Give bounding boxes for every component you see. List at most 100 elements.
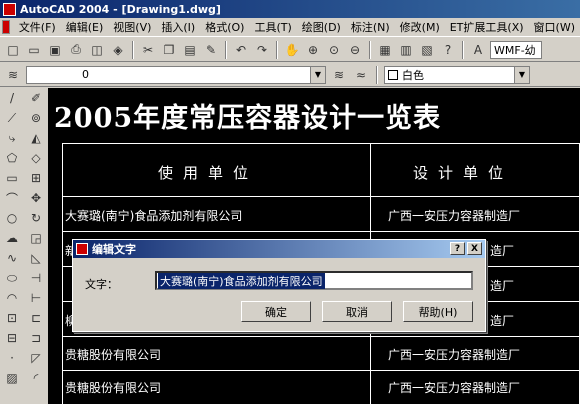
revcloud-icon[interactable]: ☁ — [0, 228, 24, 248]
text-field[interactable]: 大赛璐(南宁)食品添加剂有限公司 — [155, 271, 473, 290]
break-icon[interactable]: ⊏ — [24, 308, 48, 328]
menu-bar: 文件(F) 编辑(E) 视图(V) 插入(I) 格式(O) 工具(T) 绘图(D… — [0, 18, 580, 37]
new-icon[interactable]: □ — [4, 41, 22, 59]
hatch-icon[interactable]: ▨ — [0, 368, 24, 388]
table-row-divider — [62, 196, 580, 197]
chevron-down-icon[interactable]: ▼ — [514, 66, 529, 83]
ellipse-arc-icon[interactable]: ◠ — [0, 288, 24, 308]
fillet-icon[interactable]: ◜ — [24, 368, 48, 388]
menu-file[interactable]: 文件(F) — [14, 19, 61, 35]
zoom-realtime-icon[interactable]: ⊕ — [304, 41, 322, 59]
stretch-icon[interactable]: ◺ — [24, 248, 48, 268]
pan-icon[interactable]: ✋ — [283, 41, 301, 59]
chamfer-icon[interactable]: ◸ — [24, 348, 48, 368]
window-titlebar: AutoCAD 2004 - [Drawing1.dwg] — [0, 0, 580, 18]
array-icon[interactable]: ⊞ — [24, 168, 48, 188]
copy-object-icon[interactable]: ⊚ — [24, 108, 48, 128]
paste-icon[interactable]: ▤ — [181, 41, 199, 59]
ok-button[interactable]: 确定 — [241, 301, 311, 322]
text-style-icon: A — [473, 42, 483, 57]
menu-express[interactable]: ET扩展工具(X) — [445, 19, 529, 35]
line-icon[interactable]: / — [0, 88, 24, 108]
undo-icon[interactable]: ↶ — [232, 41, 250, 59]
dialog-titlebar[interactable]: 编辑文字 ? X — [73, 240, 485, 258]
zoom-previous-icon[interactable]: ⊖ — [346, 41, 364, 59]
table-border-left — [62, 143, 63, 404]
toolbar-separator — [369, 40, 371, 59]
dialog-close-button[interactable]: X — [467, 242, 482, 255]
copy-icon[interactable]: ❐ — [160, 41, 178, 59]
make-current-icon[interactable]: ≋ — [330, 66, 348, 84]
table-cell-designer: 造厂 — [490, 314, 515, 328]
circle-icon[interactable]: ○ — [0, 208, 24, 228]
save-icon[interactable]: ▣ — [46, 41, 64, 59]
layer-combo[interactable]: 0 ▼ — [26, 65, 326, 84]
spline-icon[interactable]: ∿ — [0, 248, 24, 268]
text-field-value: 大赛璐(南宁)食品添加剂有限公司 — [158, 272, 325, 289]
menu-format[interactable]: 格式(O) — [200, 19, 249, 35]
toolbar-separator — [276, 40, 278, 59]
dialog-help-button[interactable]: ? — [450, 242, 465, 255]
print-icon[interactable]: ⎙ — [67, 41, 85, 59]
autocad-icon — [3, 2, 16, 16]
layer-previous-icon[interactable]: ≈ — [352, 66, 370, 84]
make-block-icon[interactable]: ⊟ — [0, 328, 24, 348]
extend-icon[interactable]: ⊢ — [24, 288, 48, 308]
menu-draw[interactable]: 绘图(D) — [297, 19, 346, 35]
menu-dimension[interactable]: 标注(N) — [346, 19, 395, 35]
erase-icon[interactable]: ✐ — [24, 88, 48, 108]
color-combo[interactable]: 白色 ▼ — [384, 65, 530, 84]
cut-icon[interactable]: ✂ — [139, 41, 157, 59]
mirror-icon[interactable]: ◭ — [24, 128, 48, 148]
polygon-icon[interactable]: ⬠ — [0, 148, 24, 168]
designcenter-icon[interactable]: ▥ — [397, 41, 415, 59]
point-icon[interactable]: · — [0, 348, 24, 368]
table-row-divider — [62, 370, 580, 371]
text-field-label: 文字： — [85, 278, 118, 291]
preview-icon[interactable]: ◫ — [88, 41, 106, 59]
redo-icon[interactable]: ↷ — [253, 41, 271, 59]
trim-icon[interactable]: ⊣ — [24, 268, 48, 288]
layer-manager-icon[interactable]: ≋ — [4, 66, 22, 84]
menu-edit[interactable]: 编辑(E) — [61, 19, 109, 35]
help-icon[interactable]: ? — [439, 41, 457, 59]
arc-icon[interactable]: ⌒ — [0, 188, 24, 208]
zoom-window-icon[interactable]: ⊙ — [325, 41, 343, 59]
open-icon[interactable]: ▭ — [25, 41, 43, 59]
rotate-icon[interactable]: ↻ — [24, 208, 48, 228]
chevron-down-icon[interactable]: ▼ — [310, 66, 325, 83]
toolpalette-icon[interactable]: ▧ — [418, 41, 436, 59]
rectangle-icon[interactable]: ▭ — [0, 168, 24, 188]
break-at-point-icon[interactable]: ⊐ — [24, 328, 48, 348]
cancel-button[interactable]: 取消 — [322, 301, 392, 322]
table-row-divider — [62, 231, 580, 232]
toolbar-separator — [462, 40, 464, 59]
properties-icon[interactable]: ▦ — [376, 41, 394, 59]
text-style-value: WMF-幼 — [494, 43, 536, 57]
table-cell-designer: 造厂 — [490, 244, 515, 258]
table-row-divider — [62, 336, 580, 337]
document-icon[interactable] — [2, 20, 10, 34]
ellipse-icon[interactable]: ⬭ — [0, 268, 24, 288]
menu-window[interactable]: 窗口(W) — [529, 19, 580, 35]
dialog-title: 编辑文字 — [92, 243, 136, 256]
column-header-unit: 使用单位 — [158, 164, 259, 182]
scale-icon[interactable]: ◲ — [24, 228, 48, 248]
insert-block-icon[interactable]: ⊡ — [0, 308, 24, 328]
table-cell-designer: 广西一安压力容器制造厂 — [388, 348, 521, 362]
help-button[interactable]: 帮助(H) — [403, 301, 473, 322]
offset-icon[interactable]: ◇ — [24, 148, 48, 168]
polyline-icon[interactable]: ⤷ — [0, 128, 24, 148]
text-style-combo[interactable]: WMF-幼 — [490, 40, 542, 59]
standard-toolbar: □ ▭ ▣ ⎙ ◫ ◈ ✂ ❐ ▤ ✎ ↶ ↷ ✋ ⊕ ⊙ ⊖ ▦ ▥ ▧ ? … — [0, 38, 580, 62]
publish-icon[interactable]: ◈ — [109, 41, 127, 59]
construction-line-icon[interactable]: ⟋ — [0, 108, 24, 128]
menu-modify[interactable]: 修改(M) — [395, 19, 445, 35]
move-icon[interactable]: ✥ — [24, 188, 48, 208]
menu-insert[interactable]: 插入(I) — [156, 19, 200, 35]
menu-view[interactable]: 视图(V) — [108, 19, 156, 35]
matchprop-icon[interactable]: ✎ — [202, 41, 220, 59]
toolbar-separator — [225, 40, 227, 59]
autocad-icon — [76, 243, 88, 255]
menu-tools[interactable]: 工具(T) — [249, 19, 296, 35]
